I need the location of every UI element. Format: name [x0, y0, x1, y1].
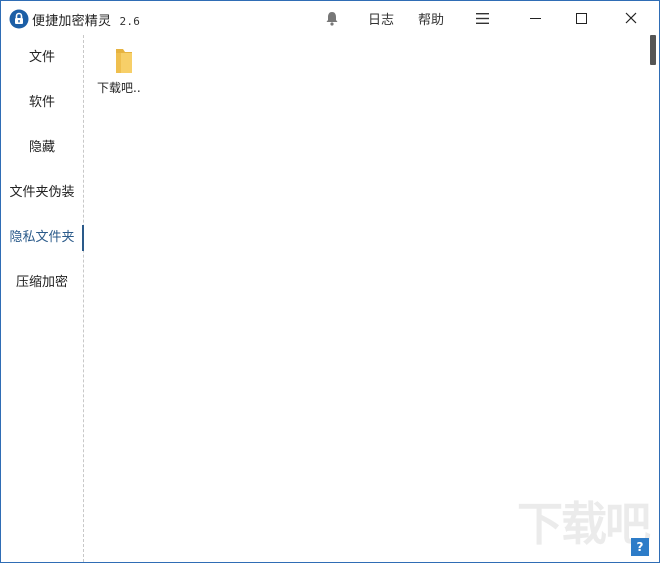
lock-icon: [9, 9, 29, 29]
minimize-button[interactable]: [513, 1, 557, 35]
sidebar-item-compress-encrypt[interactable]: 压缩加密: [1, 270, 83, 296]
scrollbar-thumb[interactable]: [650, 35, 656, 65]
folder-name: 下载吧..: [97, 81, 141, 95]
menu-button[interactable]: [469, 1, 495, 35]
help-button[interactable]: 帮助: [413, 1, 449, 35]
sidebar-item-folder-disguise[interactable]: 文件夹伪装: [1, 180, 83, 206]
folder-item[interactable]: 下载吧..: [94, 47, 154, 96]
app-window: 便捷加密精灵 2.6 日志 帮助 文件 软件 隐藏 文件夹伪装 隐私文件夹 压缩…: [0, 0, 660, 563]
maximize-icon: [575, 12, 587, 24]
app-title: 便捷加密精灵 2.6: [32, 10, 140, 29]
sidebar-item-software[interactable]: 软件: [1, 90, 83, 116]
title-bar[interactable]: 便捷加密精灵 2.6 日志 帮助: [1, 1, 659, 35]
app-name: 便捷加密精灵: [32, 14, 112, 29]
scrollbar[interactable]: [647, 35, 659, 562]
log-button[interactable]: 日志: [363, 1, 399, 35]
sidebar-item-hide[interactable]: 隐藏: [1, 135, 83, 161]
minimize-icon: [529, 17, 541, 19]
sidebar: 文件 软件 隐藏 文件夹伪装 隐私文件夹 压缩加密: [1, 35, 84, 562]
bell-icon: [326, 11, 338, 26]
close-icon: [625, 12, 637, 24]
hamburger-icon: [475, 12, 489, 24]
watermark-logo: 下载吧: [517, 497, 651, 551]
sidebar-item-private-folder[interactable]: 隐私文件夹: [1, 225, 84, 251]
notification-button[interactable]: [319, 1, 345, 35]
app-version: 2.6: [119, 15, 141, 28]
folder-icon: [116, 49, 132, 73]
close-button[interactable]: [607, 1, 655, 35]
content-area: 下载吧.. 下载吧 ?: [84, 35, 659, 562]
maximize-button[interactable]: [559, 1, 603, 35]
help-badge-button[interactable]: ?: [631, 538, 649, 556]
sidebar-item-files[interactable]: 文件: [1, 45, 83, 71]
